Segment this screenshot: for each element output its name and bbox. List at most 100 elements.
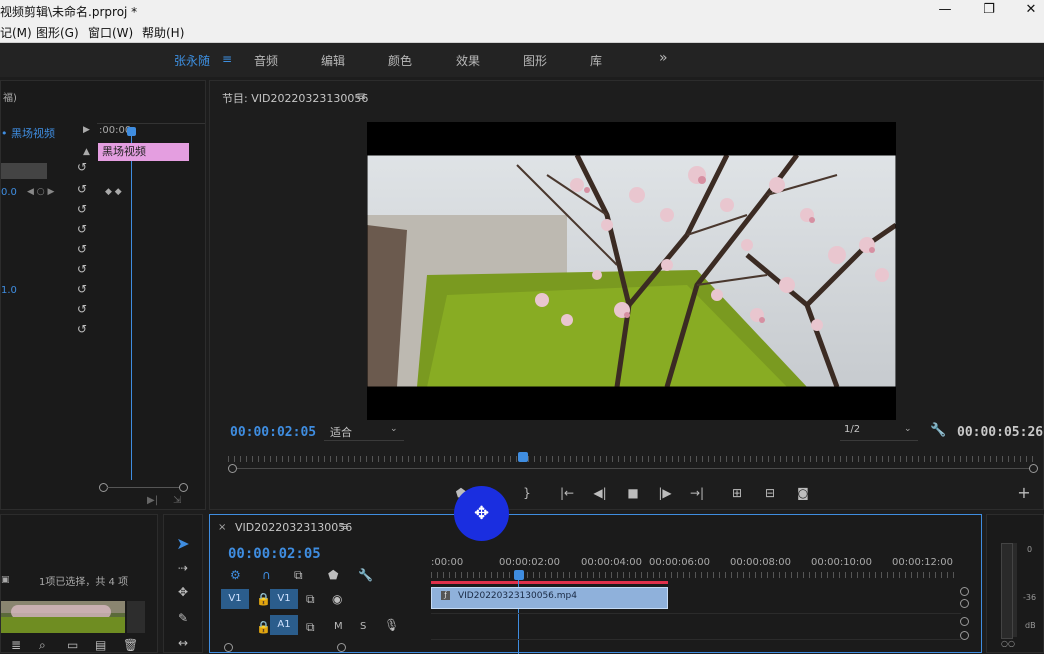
- sequence-tab[interactable]: VID20220323130056: [235, 521, 352, 534]
- keyframe-icon[interactable]: ◆ ◆: [105, 187, 122, 197]
- mute-button[interactable]: M: [334, 621, 343, 632]
- program-scrub-ruler[interactable]: [228, 456, 1038, 462]
- menu-item-graphics[interactable]: 图形(G): [36, 24, 79, 41]
- new-item-icon[interactable]: ▤: [95, 639, 106, 651]
- lock-icon[interactable]: 🔒: [256, 593, 271, 605]
- resolution-dropdown[interactable]: 1/2 ⌄: [840, 423, 918, 441]
- lift-icon[interactable]: ⊞: [728, 486, 746, 500]
- lock-icon[interactable]: 🔒: [256, 621, 271, 633]
- close-sequence-icon[interactable]: ×: [218, 522, 226, 533]
- timeline-zoom-handle[interactable]: [337, 643, 346, 652]
- reset-icon[interactable]: ↺: [77, 161, 87, 173]
- go-to-out-icon[interactable]: →|: [689, 486, 705, 500]
- wrench-icon[interactable]: 🔧: [358, 569, 373, 581]
- add-marker-icon[interactable]: ⬟: [328, 569, 338, 581]
- reset-icon[interactable]: ↺: [77, 323, 87, 335]
- menu-item-marker[interactable]: 记(M): [0, 24, 32, 41]
- wrench-icon[interactable]: 🔧: [930, 423, 946, 438]
- reset-icon[interactable]: ↺: [77, 303, 87, 315]
- workspace-tab-effects[interactable]: 效果: [456, 52, 480, 69]
- snap-icon[interactable]: ∩: [262, 569, 271, 581]
- step-forward-icon[interactable]: |▶: [658, 486, 672, 500]
- track-scroll-handle[interactable]: [960, 631, 969, 640]
- camera-icon[interactable]: ◙: [795, 486, 811, 500]
- collapse-icon[interactable]: ▲: [83, 147, 90, 157]
- reset-icon[interactable]: ↺: [77, 263, 87, 275]
- reset-icon[interactable]: ↺: [77, 243, 87, 255]
- track-scroll-handle[interactable]: [960, 599, 969, 608]
- clip-thumbnail[interactable]: [1, 601, 125, 633]
- selection-tool-icon[interactable]: ➤: [174, 535, 192, 553]
- video-image: [367, 155, 896, 387]
- source-patch-v1[interactable]: V1: [221, 589, 249, 609]
- sync-lock-icon[interactable]: ⧉: [306, 621, 315, 633]
- workspace-tab-library[interactable]: 库: [590, 52, 602, 69]
- play-only-icon[interactable]: ▶: [83, 125, 90, 135]
- timeline-playhead[interactable]: [514, 570, 524, 580]
- workspace-tab-edit[interactable]: 编辑: [321, 52, 345, 69]
- go-to-in-icon[interactable]: |←: [559, 486, 575, 500]
- reset-icon[interactable]: ↺: [77, 223, 87, 235]
- reset-icon[interactable]: ↺: [77, 183, 87, 195]
- restore-icon[interactable]: ❐: [974, 2, 1004, 20]
- linked-selection-icon[interactable]: ⧉: [294, 569, 303, 581]
- track-select-icon[interactable]: ⇢: [174, 559, 192, 577]
- timeline-zoom-handle[interactable]: [224, 643, 233, 652]
- search-icon[interactable]: ⌕: [39, 639, 46, 651]
- menu-item-window[interactable]: 窗口(W): [88, 24, 133, 41]
- close-icon[interactable]: ✕: [1016, 2, 1044, 20]
- step-back-icon[interactable]: ◀|: [593, 486, 607, 500]
- value-b[interactable]: 1.0: [1, 285, 17, 296]
- reset-icon[interactable]: ↺: [77, 203, 87, 215]
- track-target-a1[interactable]: A1: [270, 615, 298, 635]
- scroll-handle-right[interactable]: [179, 483, 188, 492]
- panel-menu-icon[interactable]: ≡: [356, 89, 366, 103]
- filter-icon[interactable]: ▶|: [147, 495, 158, 506]
- fit-dropdown[interactable]: 适合 ⌄: [324, 423, 404, 441]
- export-icon[interactable]: ⇲: [173, 495, 181, 506]
- zoom-handle-left[interactable]: [228, 464, 237, 473]
- video-clip[interactable]: ƒ VID20220323130056.mp4: [431, 587, 668, 609]
- timeline-current-time[interactable]: 00:00:02:05: [228, 546, 321, 562]
- menu-item-help[interactable]: 帮助(H): [142, 24, 184, 41]
- button-editor-plus-icon[interactable]: +: [1016, 485, 1032, 501]
- bin-icon[interactable]: ▣: [1, 575, 10, 585]
- track-scroll-handle[interactable]: [960, 587, 969, 596]
- track-scroll-handle[interactable]: [960, 617, 969, 626]
- razor-icon[interactable]: ✎: [174, 609, 192, 627]
- solo-button[interactable]: S: [360, 621, 366, 632]
- program-zoom-bar[interactable]: [228, 464, 1038, 473]
- workspace-tab-color[interactable]: 颜色: [388, 52, 412, 69]
- program-playhead[interactable]: [518, 452, 528, 462]
- slip-tool-icon[interactable]: ↔: [174, 635, 192, 651]
- ripple-edit-icon[interactable]: ✥: [174, 583, 192, 601]
- microphone-icon[interactable]: 🎙: [384, 619, 399, 631]
- mark-out-icon[interactable]: }: [520, 486, 534, 500]
- keyframe-nav-icon[interactable]: ◀ ○ ▶: [27, 187, 54, 197]
- workspace-tab-active[interactable]: 张永随: [174, 52, 210, 69]
- nest-icon[interactable]: ⚙: [230, 569, 241, 581]
- value-field[interactable]: [1, 163, 47, 179]
- workspace-tab-audio[interactable]: 音频: [254, 52, 278, 69]
- new-bin-icon[interactable]: ▭: [67, 639, 78, 651]
- value-a[interactable]: 0.0: [1, 187, 17, 198]
- zoom-handle-right[interactable]: [1029, 464, 1038, 473]
- solo-dots-icon[interactable]: ○○: [1001, 639, 1015, 648]
- mini-clip-bar[interactable]: 黑场视频: [98, 143, 189, 161]
- extract-icon[interactable]: ⊟: [761, 486, 779, 500]
- sync-lock-icon[interactable]: ⧉: [306, 593, 315, 605]
- eye-icon[interactable]: ◉: [332, 593, 342, 605]
- minimize-icon[interactable]: —: [930, 2, 960, 20]
- panel-menu-icon[interactable]: ≡: [340, 520, 349, 533]
- workspace-tab-graphics[interactable]: 图形: [523, 52, 547, 69]
- trash-icon[interactable]: 🗑: [123, 639, 138, 651]
- list-view-icon[interactable]: ≣: [11, 639, 21, 651]
- timeline-ruler[interactable]: :00:00 00:00:02:00 00:00:04:00 00:00:06:…: [431, 555, 961, 585]
- reset-icon[interactable]: ↺: [77, 283, 87, 295]
- mini-scrollbar[interactable]: [99, 483, 189, 492]
- stop-icon[interactable]: ■: [626, 486, 640, 500]
- program-current-time[interactable]: 00:00:02:05: [230, 425, 316, 440]
- more-workspaces-icon[interactable]: »: [659, 50, 668, 66]
- track-target-v1[interactable]: V1: [270, 589, 298, 609]
- workspace-menu-icon[interactable]: ≡: [222, 52, 232, 66]
